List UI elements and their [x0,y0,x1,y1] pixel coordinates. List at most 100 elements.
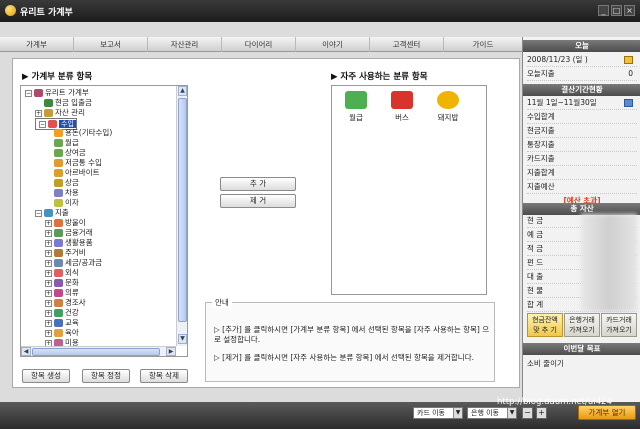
tree-item[interactable]: 차용 [45,188,79,198]
tree-item[interactable]: + 방울이 [45,218,86,228]
tree-item[interactable]: + 주거비 [45,248,86,258]
hscroll-thumb[interactable] [32,348,160,356]
settle-row: 현금지출 [527,124,637,138]
tree-vertical-scrollbar[interactable]: ▲ ▼ [176,86,187,346]
tree-item-label: 저금통 수입 [65,158,102,167]
edit-item-button[interactable]: 항목 정정 [82,369,130,383]
category-icon [54,129,63,137]
tab-diary[interactable]: 다이어리 [222,37,296,52]
tree-item[interactable]: + 문화 [45,278,79,288]
settle-row: 통장지출 [527,138,637,152]
collapse-icon[interactable]: − [25,89,32,97]
remove-button[interactable]: 제 거 [220,194,296,208]
home-icon[interactable] [624,99,633,107]
tree-item[interactable]: + 외식 [45,268,79,278]
tree-item-label: 수입 [59,120,76,128]
tree-item[interactable]: + 경조사 [45,298,86,308]
favorite-label: 버스 [395,113,409,122]
scroll-left-icon[interactable]: ◀ [21,347,31,356]
expand-icon[interactable]: + [45,219,52,227]
expand-icon[interactable]: + [45,239,52,247]
category-icon [54,179,63,187]
favorite-item[interactable]: 버스 [382,91,422,123]
tree-item[interactable]: 아르바이트 [45,168,100,178]
category-icon [54,299,63,307]
app-logo-icon [5,5,16,16]
expand-icon[interactable]: + [35,109,42,117]
tree-item-label: 외식 [65,268,79,277]
expand-icon[interactable]: + [45,269,52,277]
create-item-button[interactable]: 항목 생성 [22,369,70,383]
minimize-button[interactable]: _ [598,5,609,16]
tree-item-label: 금융거래 [65,228,93,237]
tree-item[interactable]: 월급 [45,138,79,148]
category-icon [54,199,63,207]
tree-item[interactable]: 이자 [45,198,79,208]
tree-item[interactable]: 용돈(기타수입) [45,128,112,138]
favorite-item[interactable]: 월급 [336,91,376,123]
tree-item-label: 건강 [65,308,79,317]
close-button[interactable]: × [624,5,635,16]
expand-icon[interactable]: + [45,309,52,317]
tab-support[interactable]: 고객센터 [370,37,444,52]
tree-item-label: 자산 관리 [55,108,85,117]
tree-item[interactable]: 현금 입출금 [35,98,92,108]
scroll-right-icon[interactable]: ▶ [166,347,176,356]
tree-item[interactable]: 저금통 수입 [45,158,102,168]
expand-icon[interactable]: + [45,279,52,287]
category-tree[interactable]: − 유리트 가계부 현금 입출금 + 자산 관리 − 수입 용돈(기타수입) 월급 상여금 저금통 … [20,85,188,357]
tree-item[interactable]: 상금 [45,178,79,188]
tree-item-label: 세금/공과금 [65,258,103,267]
delete-item-button[interactable]: 항목 삭제 [140,369,188,383]
tree-item[interactable]: 상여금 [45,148,86,158]
tree-item[interactable]: + 금융거래 [45,228,93,238]
expand-icon[interactable]: + [45,289,52,297]
scroll-down-icon[interactable]: ▼ [178,334,187,344]
tree-item[interactable]: + 세금/공과금 [45,258,102,268]
plus-button[interactable]: + [536,407,547,419]
open-ledger-button[interactable]: 가계부 열기 [578,405,636,420]
bank-import-button[interactable]: 은행거래 가져오기 [564,313,600,337]
tree-item[interactable]: + 생활용품 [45,238,93,248]
tree-item[interactable]: − 유리트 가계부 [25,88,89,98]
window-title: 유리트 가계부 [20,8,73,18]
tab-story[interactable]: 이야기 [296,37,370,52]
category-icon [54,169,63,177]
expand-icon[interactable]: + [45,319,52,327]
calendar-icon[interactable] [624,56,633,64]
maximize-button[interactable]: □ [611,5,622,16]
tree-item[interactable]: − 지출 [35,208,69,218]
cash-balance-button[interactable]: 현금잔액 맞 추 기 [527,313,563,337]
tree-item[interactable]: + 자산 관리 [35,108,85,118]
category-icon [54,279,63,287]
expand-icon[interactable]: + [45,329,52,337]
bank-move-select[interactable]: 은행 이동 ▼ [467,407,517,419]
tab-assets[interactable]: 자산관리 [148,37,222,52]
minus-button[interactable]: − [522,407,533,419]
card-import-button[interactable]: 카드거래 가져오기 [601,313,637,337]
expand-icon[interactable]: + [45,259,52,267]
collapse-icon[interactable]: − [35,209,42,217]
tree-item-label: 육아 [65,328,79,337]
scroll-up-icon[interactable]: ▲ [178,86,187,96]
tab-report[interactable]: 보고서 [74,37,148,52]
tab-ledger[interactable]: 가계부 [0,37,74,52]
add-button[interactable]: 추 가 [220,177,296,191]
favorite-item[interactable]: 돼지밥 [428,91,468,123]
today-spend-label: 오늘지출 [527,69,555,78]
tree-item[interactable]: + 교육 [45,318,79,328]
tab-guide[interactable]: 가이드 [444,37,522,52]
tree-horizontal-scrollbar[interactable]: ◀ ▶ [21,346,176,356]
expand-icon[interactable]: + [45,299,52,307]
card-move-select[interactable]: 카드 이동 ▼ [413,407,463,419]
expand-icon[interactable]: + [45,229,52,237]
category-icon [54,159,63,167]
tree-item[interactable]: + 의류 [45,288,79,298]
collapse-icon[interactable]: − [39,120,46,128]
tree-item[interactable]: + 육아 [45,328,79,338]
expand-icon[interactable]: + [45,249,52,257]
scroll-thumb[interactable] [178,98,187,322]
today-spend-value: 0 [628,69,633,78]
info-line-add: ▷ [추가] 를 클릭하시면 [가계부 분류 항목] 에서 선택된 항목을 [자… [214,325,490,344]
tree-item[interactable]: + 건강 [45,308,79,318]
